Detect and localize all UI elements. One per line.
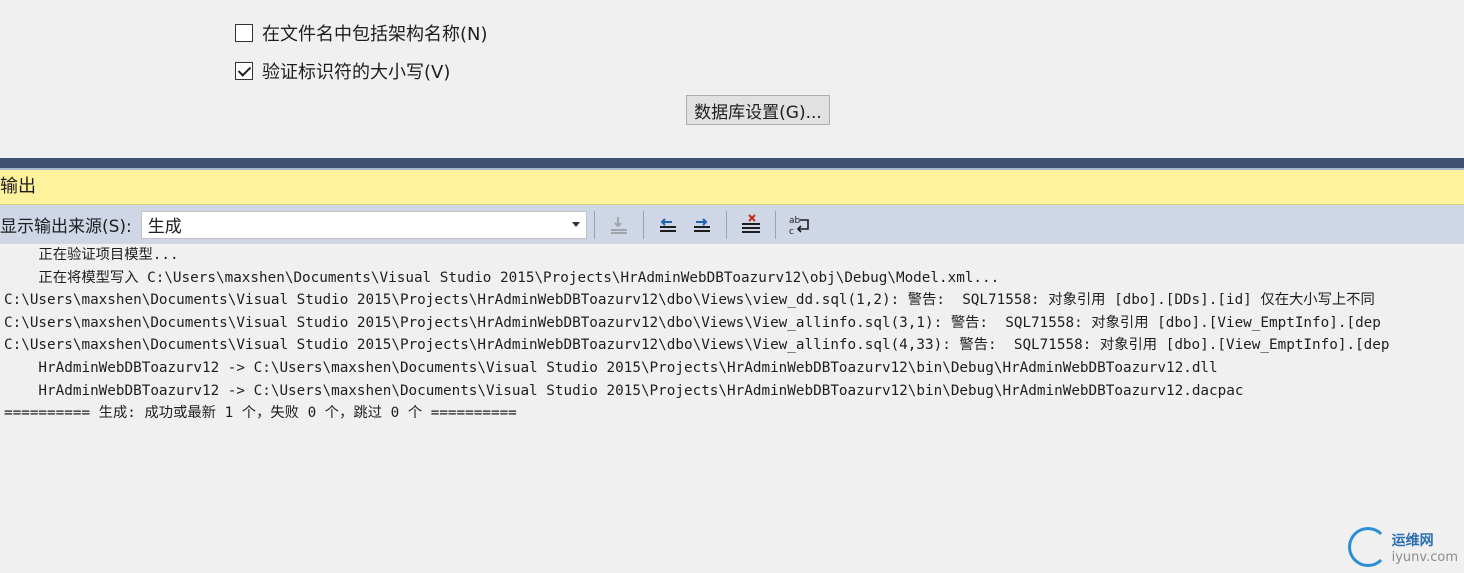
- toolbar-separator: [774, 210, 776, 239]
- output-text-area[interactable]: 正在验证项目模型... 正在将模型写入 C:\Users\maxshen\Doc…: [0, 244, 1464, 573]
- next-message-icon[interactable]: [690, 213, 714, 237]
- output-source-label: 显示输出来源(S):: [0, 217, 132, 237]
- clear-all-icon[interactable]: [739, 213, 763, 237]
- include-schema-checkbox[interactable]: [235, 24, 253, 42]
- include-schema-option[interactable]: 在文件名中包括架构名称(N): [235, 20, 488, 46]
- project-settings-area: 在文件名中包括架构名称(N) 验证标识符的大小写(V) 数据库设置(G)...: [0, 0, 1464, 158]
- go-to-location-icon[interactable]: [607, 213, 631, 237]
- previous-message-icon[interactable]: [656, 213, 680, 237]
- panel-divider[interactable]: [0, 158, 1464, 170]
- output-line: C:\Users\maxshen\Documents\Visual Studio…: [4, 337, 1390, 354]
- include-schema-label: 在文件名中包括架构名称(N): [262, 24, 488, 45]
- word-wrap-icon[interactable]: ab c: [788, 213, 812, 237]
- site-logo-icon: [1347, 527, 1388, 567]
- watermark-title: 运维网: [1391, 532, 1434, 549]
- output-source-value: 生成: [147, 217, 182, 237]
- output-line: 正在将模型写入 C:\Users\maxshen\Documents\Visua…: [4, 269, 1000, 286]
- validate-casing-checkbox[interactable]: [235, 62, 253, 80]
- toolbar-separator: [593, 210, 595, 239]
- svg-text:c: c: [789, 227, 794, 236]
- database-settings-button[interactable]: 数据库设置(G)...: [686, 95, 830, 125]
- output-source-select[interactable]: 生成: [140, 210, 587, 239]
- output-line: HrAdminWebDBToazurv12 -> C:\Users\maxshe…: [4, 359, 1218, 376]
- output-line: C:\Users\maxshen\Documents\Visual Studio…: [4, 314, 1381, 331]
- chevron-down-icon: [571, 222, 580, 227]
- toolbar-separator: [725, 210, 727, 239]
- validate-casing-option[interactable]: 验证标识符的大小写(V): [235, 58, 450, 84]
- output-toolbar: 显示输出来源(S): 生成 ab c: [0, 205, 1464, 244]
- output-line: ========== 生成: 成功或最新 1 个，失败 0 个，跳过 0 个 =…: [4, 405, 517, 422]
- watermark-url: iyunv.com: [1391, 549, 1458, 565]
- watermark: 运维网 iyunv.com: [1347, 527, 1458, 567]
- toolbar-separator: [642, 210, 644, 239]
- output-line: 正在验证项目模型...: [4, 247, 179, 263]
- output-line: C:\Users\maxshen\Documents\Visual Studio…: [4, 292, 1375, 309]
- output-panel-title: 输出: [0, 170, 1464, 205]
- output-line: HrAdminWebDBToazurv12 -> C:\Users\maxshe…: [4, 382, 1244, 399]
- svg-text:ab: ab: [789, 216, 801, 226]
- validate-casing-label: 验证标识符的大小写(V): [262, 62, 451, 83]
